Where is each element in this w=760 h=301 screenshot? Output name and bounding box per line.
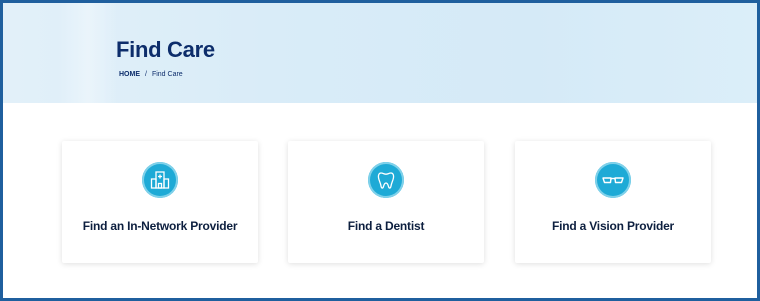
find-vision-provider-card[interactable]: Find a Vision Provider	[515, 141, 711, 263]
glasses-icon	[595, 162, 631, 198]
breadcrumb-separator: /	[145, 71, 147, 78]
find-dentist-card[interactable]: Find a Dentist	[288, 141, 484, 263]
card-label: Find a Dentist	[347, 219, 425, 233]
hospital-icon	[142, 162, 178, 198]
card-label: Find an In-Network Provider	[82, 219, 238, 233]
card-label: Find a Vision Provider	[551, 219, 675, 233]
breadcrumb-home-link[interactable]: HOME	[119, 71, 140, 78]
page-title: Find Care	[116, 37, 215, 62]
breadcrumb-current: Find Care	[151, 71, 183, 78]
page-frame: Find Care HOME / Find Care Find an In-Ne…	[0, 0, 760, 301]
find-in-network-provider-card[interactable]: Find an In-Network Provider	[62, 141, 258, 263]
breadcrumb: HOME / Find Care	[119, 71, 183, 78]
page-header: Find Care HOME / Find Care	[3, 3, 757, 103]
tooth-icon	[368, 162, 404, 198]
